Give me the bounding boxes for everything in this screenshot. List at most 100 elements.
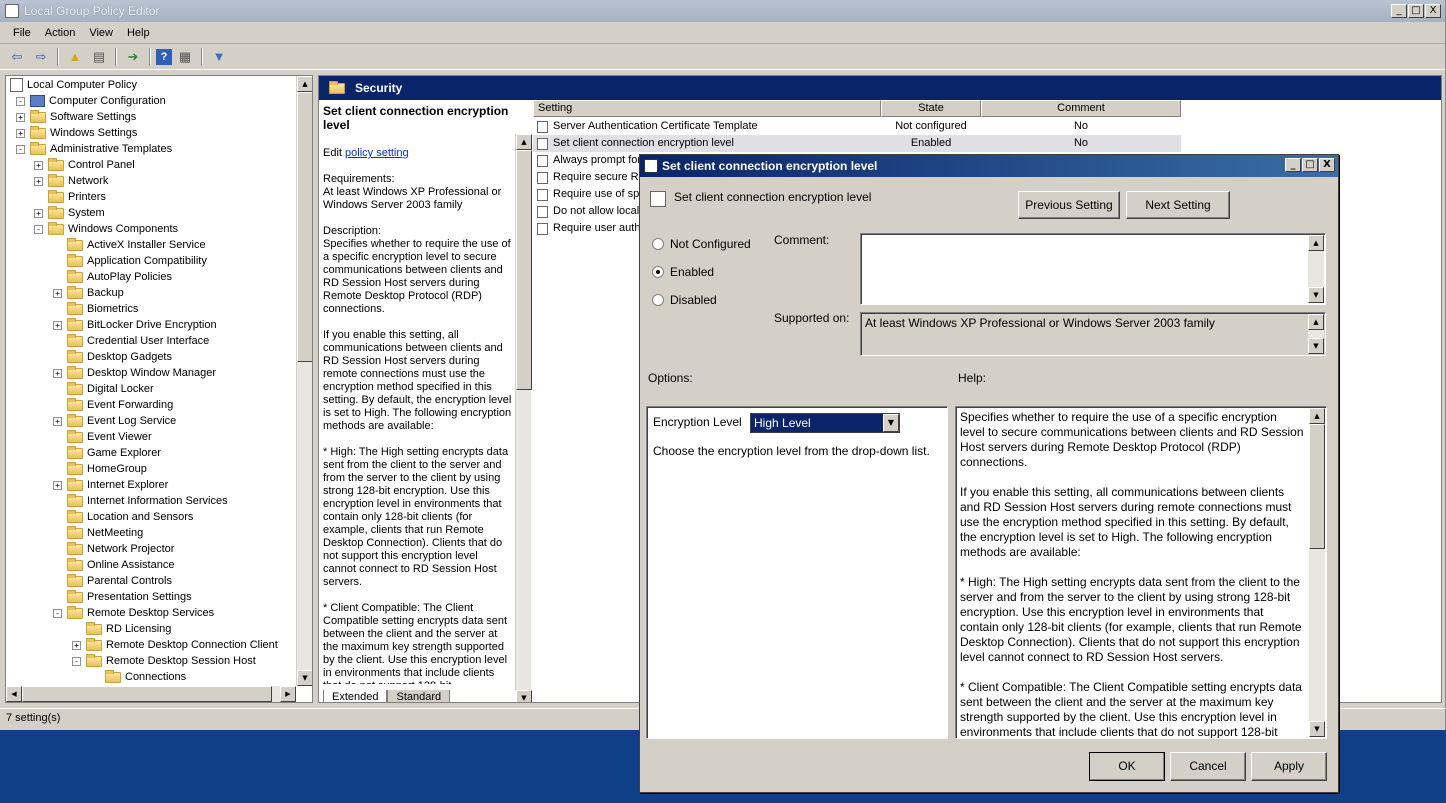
tree-node[interactable]: Parental Controls [53,573,172,589]
tree-node[interactable]: - Administrative Templates [16,141,172,157]
chevron-down-icon[interactable]: ▼ [883,414,899,432]
tree-node[interactable]: Location and Sensors [53,509,193,525]
ok-button[interactable]: OK [1089,752,1165,781]
tree-node[interactable]: + Event Log Service [53,413,176,429]
menu-action[interactable]: Action [38,27,83,39]
dialog-maximize-button[interactable]: □ [1302,158,1318,172]
scroll-down-icon[interactable]: ▼ [297,670,312,686]
radio-enabled[interactable]: Enabled [652,265,714,279]
column-header-state[interactable]: State [881,100,981,117]
scroll-up-icon[interactable]: ▲ [297,76,312,92]
expand-icon[interactable]: + [53,320,62,330]
tree-node[interactable]: HomeGroup [53,461,147,477]
forward-icon[interactable]: ⇨ [30,47,52,67]
tree-node[interactable]: - Remote Desktop Session Host [72,653,256,669]
tree-node[interactable]: Connections [91,669,186,685]
maximize-button[interactable]: □ [1408,4,1424,18]
tree-node[interactable]: + Internet Explorer [53,477,168,493]
close-button[interactable]: X [1425,4,1441,18]
description-scrollbar[interactable]: ▲ ▼ [515,134,532,702]
tree-node[interactable]: Local Computer Policy [10,77,137,93]
tree-node[interactable]: Desktop Gadgets [53,349,172,365]
tree-node[interactable]: + Desktop Window Manager [53,365,216,381]
supported-scrollbar[interactable]: ▲ ▼ [1308,314,1324,354]
column-header-comment[interactable]: Comment [981,100,1181,117]
tree-node[interactable]: + Backup [53,285,124,301]
tree-node[interactable]: Event Forwarding [53,397,173,413]
expand-icon[interactable]: + [53,416,62,426]
tree-node[interactable]: Network Projector [53,541,174,557]
tree-node[interactable]: NetMeeting [53,525,143,541]
scroll-thumb-h[interactable] [22,686,272,702]
expand-icon[interactable]: + [16,128,25,138]
tree-vertical-scrollbar[interactable]: ▲ ▼ [296,76,312,686]
scroll-thumb[interactable] [1309,424,1325,549]
tree-node[interactable]: Digital Locker [53,381,154,397]
properties-icon[interactable]: ▦ [174,47,196,67]
tree-node[interactable]: Application Compatibility [53,253,207,269]
table-row[interactable]: Set client connection encryption level En… [533,135,1181,152]
expand-icon[interactable]: + [53,288,62,298]
tree-node[interactable]: + BitLocker Drive Encryption [53,317,217,333]
tree-node[interactable]: + Remote Desktop Connection Client [72,637,278,653]
tree-node[interactable]: + Software Settings [16,109,136,125]
scroll-right-icon[interactable]: ▶ [280,686,296,702]
tree-horizontal-scrollbar[interactable]: ◀ ▶ [6,686,296,702]
collapse-icon[interactable]: - [72,656,81,666]
scroll-thumb[interactable] [297,92,312,362]
next-setting-button[interactable]: Next Setting [1126,191,1230,219]
apply-button[interactable]: Apply [1251,752,1327,781]
radio-button[interactable] [652,266,664,278]
dialog-minimize-button[interactable]: _ [1285,158,1301,172]
dialog-close-button[interactable]: X [1319,158,1335,172]
scroll-up-icon[interactable]: ▲ [1308,314,1324,330]
tree-node[interactable]: Credential User Interface [53,333,209,349]
expand-icon[interactable]: + [34,160,43,170]
tree-node[interactable]: Printers [34,189,106,205]
tree-node[interactable]: Internet Information Services [53,493,228,509]
radio-button[interactable] [652,238,664,250]
expand-icon[interactable]: + [34,176,43,186]
collapse-icon[interactable]: - [16,96,25,106]
scroll-down-icon[interactable]: ▼ [1308,338,1324,354]
tree-node[interactable]: ActiveX Installer Service [53,237,206,253]
scroll-up-icon[interactable]: ▲ [516,134,532,150]
menu-file[interactable]: File [6,27,38,39]
radio-not-configured[interactable]: Not Configured [652,237,751,251]
help-scrollbar[interactable]: ▲ ▼ [1309,408,1325,737]
tree-node[interactable]: - Windows Components [34,221,178,237]
radio-button[interactable] [652,294,664,306]
encryption-level-dropdown[interactable]: High Level ▼ [750,413,900,433]
export-list-icon[interactable]: ➜ [122,47,144,67]
radio-disabled[interactable]: Disabled [652,293,717,307]
tree-node[interactable]: - Remote Desktop Services [53,605,214,621]
table-row[interactable]: Server Authentication Certificate Templa… [533,118,1181,135]
collapse-icon[interactable]: - [53,608,62,618]
tree-node[interactable]: AutoPlay Policies [53,269,172,285]
expand-icon[interactable]: + [16,112,25,122]
scroll-left-icon[interactable]: ◀ [6,686,22,702]
tree-node[interactable]: RD Licensing [72,621,171,637]
collapse-icon[interactable]: - [16,144,25,154]
tree-node[interactable]: + Windows Settings [16,125,137,141]
tree-node[interactable]: - Computer Configuration [16,93,166,109]
up-folder-icon[interactable]: ▲ [64,47,86,67]
scroll-up-icon[interactable]: ▲ [1309,408,1325,424]
help-icon[interactable]: ? [156,48,172,65]
scroll-down-icon[interactable]: ▼ [1309,721,1325,737]
tree-node[interactable]: + System [34,205,105,221]
expand-icon[interactable]: + [53,480,62,490]
scroll-down-icon[interactable]: ▼ [1308,287,1324,303]
comment-textarea[interactable]: ▲ ▼ [860,233,1326,305]
scroll-thumb[interactable] [516,150,532,390]
edit-policy-setting-link[interactable]: policy setting [345,147,409,159]
tree-node[interactable]: Online Assistance [53,557,174,573]
expand-icon[interactable]: + [72,640,81,650]
tab-extended[interactable]: Extended [323,690,388,702]
back-icon[interactable]: ⇦ [6,47,28,67]
tree-node[interactable]: + Control Panel [34,157,135,173]
column-header-setting[interactable]: Setting [533,100,881,117]
expand-icon[interactable]: + [34,208,43,218]
navigation-tree[interactable]: Local Computer Policy - Computer Configura… [5,75,313,703]
collapse-icon[interactable]: - [34,224,43,234]
